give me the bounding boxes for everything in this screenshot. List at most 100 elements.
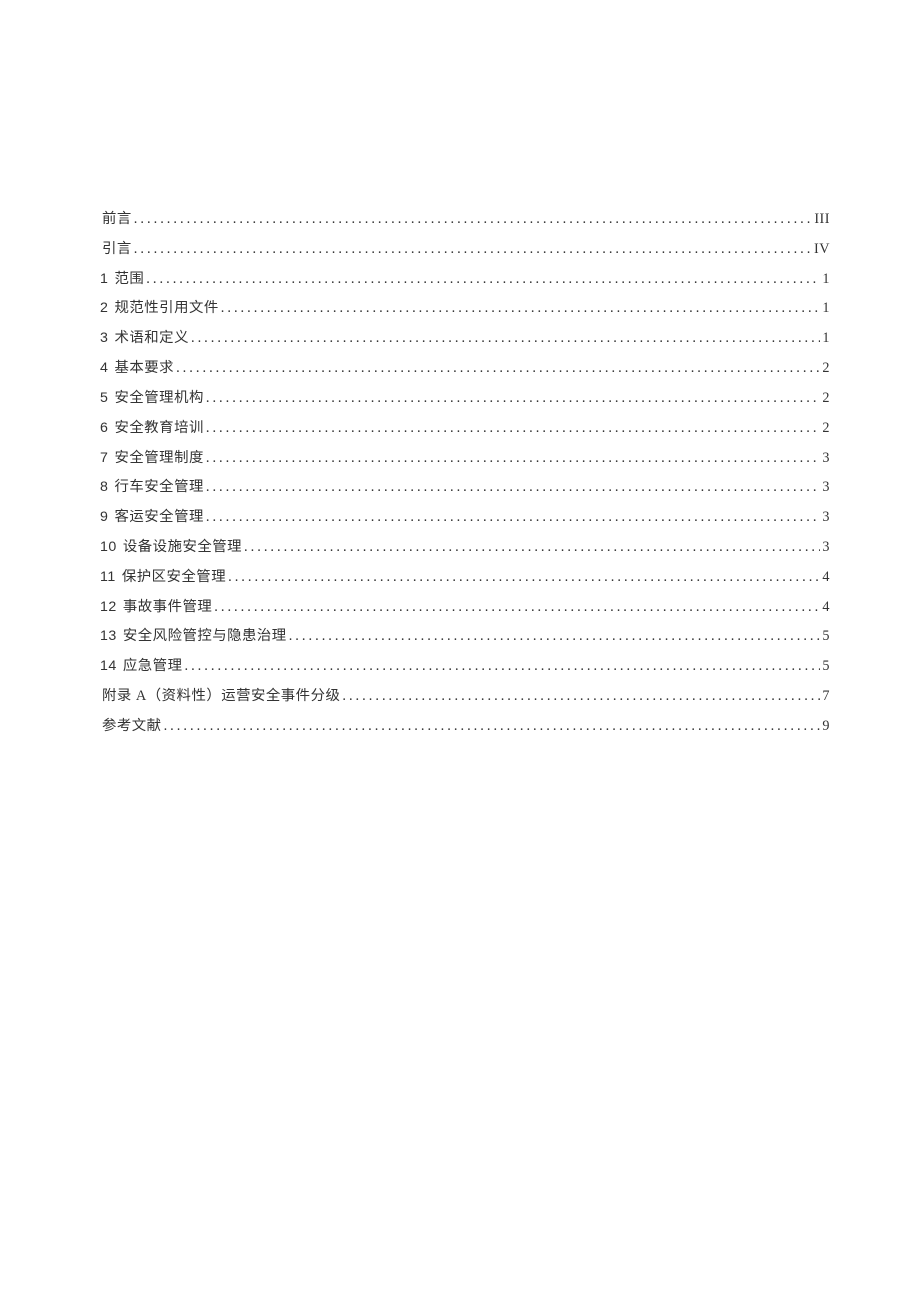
toc-entry: 3 术语和定义 1 [100,324,830,354]
toc-title: 安全风险管控与隐患治理 [123,628,287,644]
toc-label: 8 行车安全管理 [100,473,204,503]
toc-label: 参考文献 [100,712,162,742]
toc-prefix: 5 [100,390,108,406]
toc-label: 11 保护区安全管理 [100,563,226,593]
toc-prefix: 14 [100,658,117,674]
toc-entry: 13 安全风险管控与隐患治理 5 [100,622,830,652]
toc-entry: 10 设备设施安全管理 3 [100,533,830,563]
toc-leader-dots [342,682,820,712]
toc-leader-dots [134,235,812,265]
toc-title: 事故事件管理 [123,599,212,615]
toc-leader-dots [228,563,820,593]
toc-prefix: 2 [100,300,108,316]
toc-label: 前言 [100,205,132,235]
toc-title: 基本要求 [115,360,175,376]
toc-title: 安全管理机构 [115,390,204,406]
toc-page-number: 1 [822,265,830,294]
toc-prefix: 6 [100,420,108,436]
toc-leader-dots [191,324,820,354]
toc-page-number: 2 [822,384,830,413]
toc-page-number: 9 [822,712,830,741]
toc-label: 12 事故事件管理 [100,593,212,623]
toc-title: 参考文献 [102,718,162,734]
toc-leader-dots [206,473,821,503]
toc-entry: 9 客运安全管理 3 [100,503,830,533]
toc-page-number: 1 [822,324,830,353]
toc-page-number: 4 [822,593,830,622]
toc-label: 13 安全风险管控与隐患治理 [100,622,287,652]
toc-prefix: 8 [100,479,108,495]
toc-entry: 附录 A（资料性）运营安全事件分级 7 [100,682,830,712]
toc-page-number: 5 [822,652,830,681]
toc-page-number: 4 [822,563,830,592]
toc-leader-dots [176,354,820,384]
toc-leader-dots [146,265,820,295]
toc-entry: 参考文献 9 [100,712,830,742]
toc-leader-dots [206,503,821,533]
toc-title: 行车安全管理 [115,479,204,495]
toc-prefix: 4 [100,360,108,376]
toc-label: 2 规范性引用文件 [100,294,219,324]
toc-title: 附录 A（资料性）运营安全事件分级 [102,688,340,704]
toc-entry: 引言 IV [100,235,830,265]
toc-label: 9 客运安全管理 [100,503,204,533]
toc-page-number: 7 [822,682,830,711]
toc-title: 保护区安全管理 [122,569,226,585]
toc-label: 1 范围 [100,265,144,295]
toc-entry: 12 事故事件管理 4 [100,593,830,623]
toc-page-number: 3 [822,503,830,532]
toc-entry: 6 安全教育培训 2 [100,414,830,444]
toc-prefix: 3 [100,330,108,346]
toc-title: 规范性引用文件 [115,300,219,316]
toc-label: 5 安全管理机构 [100,384,204,414]
toc-entry: 11 保护区安全管理 4 [100,563,830,593]
toc-page-number: 2 [822,414,830,443]
toc-entry: 4 基本要求 2 [100,354,830,384]
toc-entry: 14 应急管理 5 [100,652,830,682]
toc-entry: 5 安全管理机构 2 [100,384,830,414]
toc-label: 14 应急管理 [100,652,182,682]
toc-entry: 1 范围 1 [100,265,830,295]
document-page: 前言 III 引言 IV 1 范围 1 2 规范性引用文件 1 [0,0,920,742]
toc-leader-dots [244,533,820,563]
toc-leader-dots [289,622,821,652]
toc-title: 前言 [102,211,132,227]
toc-label: 引言 [100,235,132,265]
table-of-contents: 前言 III 引言 IV 1 范围 1 2 规范性引用文件 1 [100,205,830,742]
toc-page-number: IV [814,235,830,264]
toc-page-number: 3 [822,533,830,562]
toc-page-number: 1 [822,294,830,323]
toc-leader-dots [221,294,821,324]
toc-prefix: 12 [100,599,117,615]
toc-page-number: III [814,205,830,234]
toc-leader-dots [184,652,820,682]
toc-entry: 前言 III [100,205,830,235]
toc-leader-dots [206,384,821,414]
toc-prefix: 9 [100,509,108,525]
toc-label: 4 基本要求 [100,354,174,384]
toc-entry: 7 安全管理制度 3 [100,444,830,474]
toc-leader-dots [134,205,813,235]
toc-title: 术语和定义 [115,330,189,346]
toc-label: 7 安全管理制度 [100,444,204,474]
toc-label: 10 设备设施安全管理 [100,533,242,563]
toc-page-number: 3 [822,473,830,502]
toc-leader-dots [206,414,821,444]
toc-title: 应急管理 [123,658,183,674]
toc-prefix: 1 [100,271,108,287]
toc-prefix: 7 [100,450,108,466]
toc-page-number: 2 [822,354,830,383]
toc-leader-dots [214,593,820,623]
toc-leader-dots [206,444,821,474]
toc-title: 范围 [115,271,145,287]
toc-prefix: 10 [100,539,117,555]
toc-title: 客运安全管理 [115,509,204,525]
toc-page-number: 3 [822,444,830,473]
toc-title: 安全管理制度 [115,450,204,466]
toc-leader-dots [164,712,821,742]
toc-label: 3 术语和定义 [100,324,189,354]
toc-title: 安全教育培训 [115,420,204,436]
toc-title: 引言 [102,241,132,257]
toc-label: 附录 A（资料性）运营安全事件分级 [100,682,340,712]
toc-prefix: 13 [100,628,117,644]
